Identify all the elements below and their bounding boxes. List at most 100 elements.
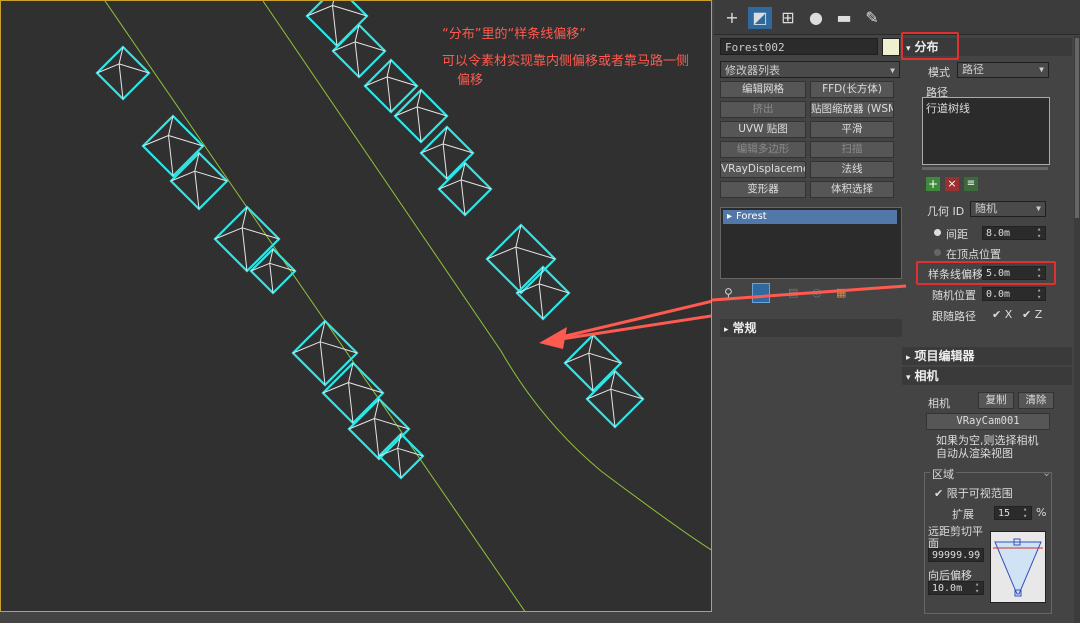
pyramid-edge — [332, 5, 338, 47]
spacing-radio[interactable] — [934, 229, 941, 236]
checkmark-icon: ✔ — [1022, 308, 1035, 321]
viewport-scene — [95, 1, 711, 611]
follow-z-checkbox[interactable]: ✔ Z — [1022, 308, 1042, 321]
add-list-icon[interactable]: ≡ — [964, 177, 978, 191]
pyramid-edge — [269, 263, 274, 294]
modifier-stack[interactable]: ▸ Forest — [720, 207, 902, 279]
object-name-field[interactable]: Forest002 — [720, 38, 878, 55]
copy-camera-button[interactable]: 复制 — [978, 392, 1014, 409]
path-list-scrollbar[interactable] — [922, 167, 1048, 170]
pyramid-edge — [397, 448, 402, 479]
annotation-line1: 可以令素材实现靠内侧偏移或者靠马路一侧 — [442, 54, 690, 69]
remove-path-icon[interactable]: × — [945, 177, 959, 191]
modify-icon[interactable]: ◩ — [748, 7, 772, 29]
pyramid-outline — [249, 247, 297, 295]
clear-camera-button[interactable]: 清除 — [1018, 392, 1054, 409]
pyramid-edge — [194, 171, 200, 210]
modifier-button[interactable]: VRayDisplacementM — [720, 161, 806, 178]
display-icon[interactable]: ▬ — [832, 7, 856, 29]
at-vertex-label: 在顶点位置 — [946, 248, 1001, 261]
expand-triangle-icon: ▸ — [724, 325, 729, 335]
pyramid-edge — [386, 76, 392, 113]
panel-scrollbar[interactable] — [1074, 36, 1080, 623]
rollout-general-header[interactable]: ▸ 常规 — [720, 319, 902, 337]
random-position-label: 随机位置 — [932, 289, 976, 302]
remove-modifier-icon[interactable]: ◎ — [812, 286, 822, 299]
geometry-id-value: 随机 — [975, 202, 997, 215]
modifier-button[interactable]: 变形器 — [720, 181, 806, 198]
utilities-wrench-icon[interactable]: ✎ — [860, 7, 884, 29]
chevron-down-icon: ▼ — [890, 66, 895, 75]
rollout-item-editor-header[interactable]: ▸ 项目编辑器 — [902, 347, 1072, 365]
pyramid-outline — [331, 23, 387, 79]
random-position-spinner[interactable]: 0.0m — [982, 287, 1046, 301]
modifier-button[interactable]: 编辑网格 — [720, 81, 806, 98]
make-unique-icon[interactable]: ▤ — [788, 286, 798, 299]
at-vertex-radio[interactable] — [934, 249, 941, 256]
pyramid-outline — [141, 114, 205, 178]
modifier-button[interactable]: FFD(长方体) — [810, 81, 894, 98]
follow-x-label: X — [1004, 308, 1013, 321]
pyramid-edge — [354, 41, 360, 78]
command-panel-tabs: + ◩ ⊞ ● ▬ ✎ — [714, 0, 1080, 35]
back-offset-spinner[interactable]: 10.0m — [928, 581, 984, 595]
spacing-spinner[interactable]: 8.0m — [982, 226, 1046, 240]
add-path-icon[interactable]: + — [926, 177, 940, 191]
limit-view-checkbox[interactable]: ✔ 限于可视范围 — [934, 485, 1013, 501]
camera-note-line2: 自动从渲染视图 — [936, 447, 1013, 460]
double-chevron-down-icon[interactable]: ⌄ — [1042, 466, 1051, 479]
pyramid-edge — [168, 135, 174, 177]
region-label: 区域 — [930, 466, 956, 482]
stack-item-forest[interactable]: ▸ Forest — [723, 210, 897, 224]
expand-triangle-icon: ▸ — [906, 353, 911, 363]
pyramid-outline — [485, 223, 557, 295]
pyramid-outline — [585, 369, 645, 429]
pyramid-edge — [118, 63, 124, 100]
camera-frustum-preview — [990, 531, 1046, 603]
modifier-button[interactable]: 扫描 — [810, 141, 894, 158]
modifier-list-dropdown[interactable]: 修改器列表 ▼ — [720, 61, 900, 78]
pyramid-edge — [332, 1, 335, 6]
mode-dropdown[interactable]: 路径 ▼ — [957, 62, 1049, 78]
path-list-item[interactable]: 行道树线 — [926, 100, 970, 116]
spline-outer — [262, 1, 711, 551]
modifier-button[interactable]: 编辑多边形 — [720, 141, 806, 158]
pyramid-outline — [437, 161, 493, 217]
follow-x-checkbox[interactable]: ✔ X — [992, 308, 1012, 321]
spacing-label: 间距 — [946, 228, 968, 241]
geometry-id-dropdown[interactable]: 随机 ▼ — [970, 201, 1046, 217]
modifier-button[interactable]: 挤出 — [720, 101, 806, 118]
viewport-perspective[interactable]: “分布”里的“样条线偏移” 可以令素材实现靠内侧偏移或者靠马路一侧 偏移 — [0, 0, 712, 612]
expand-label: 扩展 — [952, 508, 974, 521]
path-listbox[interactable]: 行道树线 — [922, 97, 1050, 165]
pyramid-outline — [305, 1, 369, 48]
limit-view-label: 限于可视范围 — [946, 487, 1013, 500]
checkmark-icon: ✔ — [992, 308, 1005, 321]
pyramid-edge — [515, 247, 522, 294]
hierarchy-icon[interactable]: ⊞ — [776, 7, 800, 29]
pyramid-outline — [95, 45, 151, 101]
follow-z-label: Z — [1034, 308, 1043, 321]
expand-triangle-icon: ▸ — [727, 211, 733, 222]
modifier-button[interactable]: 法线 — [810, 161, 894, 178]
pyramid-edge — [588, 353, 594, 392]
create-plus-icon[interactable]: + — [720, 7, 744, 29]
camera-pick-button[interactable]: VRayCam001 — [926, 413, 1050, 430]
expand-spinner[interactable]: 15 — [994, 506, 1032, 520]
modifier-button[interactable]: 贴图缩放器 (WSM) — [810, 101, 894, 118]
pin-stack-icon[interactable]: ⚲ — [724, 286, 733, 300]
annotation-arrowhead — [539, 327, 567, 349]
modifier-button[interactable]: UVW 贴图 — [720, 121, 806, 138]
command-panel: + ◩ ⊞ ● ▬ ✎ Forest002 修改器列表 ▼ 编辑网格 FFD(长方… — [714, 0, 1080, 623]
configure-modifier-sets-icon[interactable]: ▦ — [836, 286, 846, 299]
show-end-result-icon[interactable] — [752, 283, 770, 303]
rollout-camera-header[interactable]: ▾ 相机 — [902, 367, 1072, 385]
modifier-button[interactable]: 平滑 — [810, 121, 894, 138]
object-color-swatch[interactable] — [882, 38, 900, 56]
far-clip-spinner[interactable]: 99999.99 — [928, 548, 984, 562]
highlight-distribution-header — [901, 32, 959, 60]
modifier-button[interactable]: 体积选择 — [810, 181, 894, 198]
motion-icon[interactable]: ● — [804, 7, 828, 29]
mode-label: 模式 — [928, 66, 950, 79]
panel-scrollbar-thumb[interactable] — [1075, 38, 1079, 218]
